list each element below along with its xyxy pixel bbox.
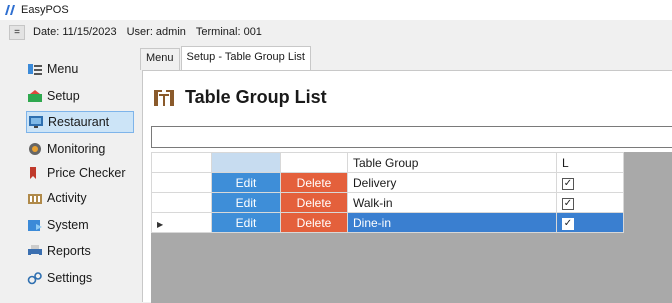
- sidebar-item-label: Reports: [47, 244, 91, 258]
- locked-checkbox[interactable]: ✓: [562, 178, 574, 190]
- app-logo-icon: [5, 5, 15, 15]
- column-header-table-group[interactable]: Table Group: [347, 152, 557, 173]
- row-header[interactable]: ▶: [151, 212, 212, 233]
- sidebar-item-label: Price Checker: [47, 166, 126, 180]
- user-label: User: admin: [126, 26, 186, 38]
- terminal-label: Terminal: 001: [195, 26, 262, 38]
- table-group-name[interactable]: Delivery: [347, 172, 557, 193]
- table-group-grid: Table Group L Edit Delete Delivery ✓ Edi…: [151, 152, 672, 303]
- printer-icon: [26, 243, 44, 259]
- edit-button[interactable]: Edit: [211, 192, 281, 213]
- edit-button[interactable]: Edit: [211, 172, 281, 193]
- grid-corner-header: [151, 152, 212, 173]
- delete-button[interactable]: Delete: [280, 212, 348, 233]
- table-group-name[interactable]: Walk-in: [347, 192, 557, 213]
- locked-checkbox[interactable]: ✓: [562, 218, 574, 230]
- page-header: Table Group List: [153, 87, 327, 108]
- current-row-arrow-icon: ▶: [157, 219, 164, 229]
- delete-button[interactable]: Delete: [280, 192, 348, 213]
- table-row[interactable]: Edit Delete Walk-in ✓: [151, 192, 624, 213]
- setup-icon: [26, 88, 44, 104]
- row-header[interactable]: [151, 172, 212, 193]
- restaurant-icon: [27, 114, 45, 130]
- info-bar: = Date: 11/15/2023 User: admin Terminal:…: [0, 20, 672, 44]
- title-bar: EasyPOS: [0, 0, 672, 20]
- edit-button[interactable]: Edit: [211, 212, 281, 233]
- sidebar-item-system[interactable]: System: [26, 214, 134, 236]
- locked-cell[interactable]: ✓: [556, 212, 624, 233]
- sidebar-item-label: Activity: [47, 191, 87, 205]
- sidebar-item-label: Settings: [47, 271, 93, 285]
- sidebar-item-label: System: [47, 218, 89, 232]
- grid-header-row: Table Group L: [151, 152, 624, 173]
- search-input[interactable]: [151, 126, 672, 148]
- table-group-name[interactable]: Dine-in: [347, 212, 557, 233]
- column-header-delete[interactable]: [280, 152, 348, 173]
- column-header-l[interactable]: L: [556, 152, 624, 173]
- sidebar-item-reports[interactable]: Reports: [26, 240, 134, 262]
- row-header[interactable]: [151, 192, 212, 213]
- locked-cell[interactable]: ✓: [556, 172, 624, 193]
- sidebar: Menu Setup Restaurant Monitoring Price C…: [0, 44, 140, 302]
- tab-strip: Menu Setup - Table Group List: [140, 46, 312, 70]
- sidebar-item-restaurant[interactable]: Restaurant: [26, 111, 134, 133]
- main-panel: Table Group List Table Group L Edit Dele…: [142, 70, 672, 303]
- locked-checkbox[interactable]: ✓: [562, 198, 574, 210]
- table-row[interactable]: Edit Delete Delivery ✓: [151, 172, 624, 193]
- locked-cell[interactable]: ✓: [556, 192, 624, 213]
- activity-icon: [26, 190, 44, 206]
- sidebar-item-price-checker[interactable]: Price Checker: [26, 162, 134, 184]
- sidebar-item-setup[interactable]: Setup: [26, 85, 134, 107]
- sidebar-item-label: Setup: [47, 89, 80, 103]
- sidebar-item-monitoring[interactable]: Monitoring: [26, 138, 134, 160]
- settings-icon: [26, 270, 44, 286]
- column-header-edit[interactable]: [211, 152, 281, 173]
- system-icon: [26, 217, 44, 233]
- page-title: Table Group List: [185, 87, 327, 107]
- app-title: EasyPOS: [21, 4, 69, 16]
- sidebar-item-label: Menu: [47, 62, 79, 76]
- sidebar-item-label: Monitoring: [47, 142, 106, 156]
- tab-table-group-list[interactable]: Setup - Table Group List: [180, 46, 311, 70]
- menu-icon: [26, 61, 44, 77]
- monitoring-icon: [26, 141, 44, 157]
- tab-menu[interactable]: Menu: [140, 48, 180, 70]
- table-icon: [154, 89, 174, 106]
- date-label: Date: 11/15/2023: [33, 26, 117, 38]
- delete-button[interactable]: Delete: [280, 172, 348, 193]
- price-tag-icon: [26, 165, 44, 181]
- sidebar-item-label: Restaurant: [48, 115, 110, 129]
- table-row-selected[interactable]: ▶ Edit Delete Dine-in ✓: [151, 212, 624, 233]
- sidebar-item-activity[interactable]: Activity: [26, 187, 134, 209]
- menu-toggle-button[interactable]: =: [9, 24, 25, 40]
- sidebar-item-settings[interactable]: Settings: [26, 267, 134, 289]
- sidebar-item-menu[interactable]: Menu: [26, 58, 134, 80]
